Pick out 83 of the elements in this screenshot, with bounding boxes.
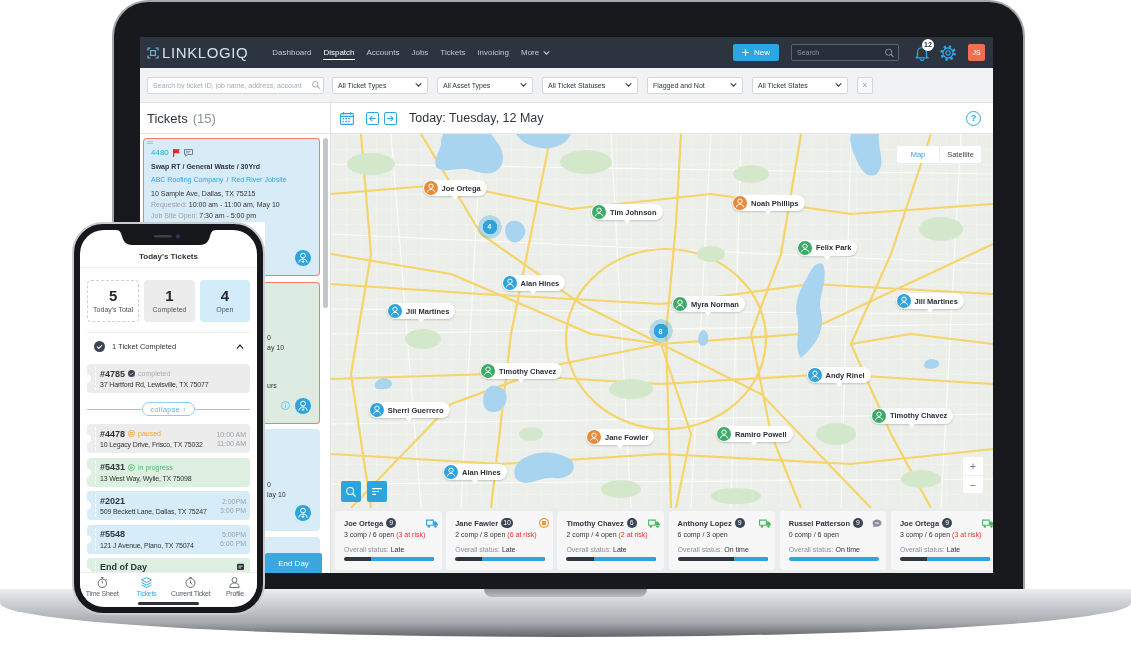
calendar-icon xyxy=(237,563,244,570)
lake xyxy=(698,330,709,346)
lake xyxy=(374,378,393,390)
person-icon xyxy=(229,577,241,588)
stat-value: 1 xyxy=(165,288,174,303)
search-icon xyxy=(346,486,356,497)
plus-icon xyxy=(742,49,749,56)
add-person-icon[interactable] xyxy=(295,250,311,266)
ticket-number: #5548 xyxy=(100,529,126,539)
lake xyxy=(435,134,504,174)
park xyxy=(405,329,441,349)
lake xyxy=(514,452,574,483)
zoom-in-button[interactable]: + xyxy=(963,457,983,475)
nav-link[interactable]: Invoicing xyxy=(477,45,509,60)
timer-icon xyxy=(185,577,197,588)
previous-day-button[interactable] xyxy=(366,111,379,125)
search-icon xyxy=(312,81,320,89)
lake xyxy=(483,385,507,413)
ticket-title: End of Day xyxy=(100,561,147,572)
caret-icon xyxy=(520,83,527,87)
chevron-up-icon[interactable] xyxy=(236,343,244,349)
ticket-count: (15) xyxy=(192,110,216,126)
schedule-date: Today: Tuesday, 12 May xyxy=(409,111,544,125)
app-logo: LINKLOGIQ xyxy=(162,44,249,61)
nav-link[interactable]: Jobs xyxy=(411,45,429,60)
park xyxy=(609,379,653,399)
check-circle-icon xyxy=(128,370,136,377)
park xyxy=(697,246,725,262)
panel-title: Tickets xyxy=(147,110,188,126)
stat-value: 5 xyxy=(109,288,118,303)
park xyxy=(733,165,769,183)
nav-link[interactable]: Accounts xyxy=(366,45,400,60)
scrollbar-thumb[interactable] xyxy=(323,138,328,308)
filter-icon xyxy=(372,488,382,495)
ticket-card[interactable] xyxy=(265,222,320,276)
park xyxy=(601,480,641,498)
play-icon xyxy=(128,463,136,471)
caret-icon xyxy=(415,83,422,87)
zoom-out-button[interactable]: − xyxy=(963,475,983,493)
park xyxy=(519,427,543,441)
ticket-number: #2021 xyxy=(100,495,126,506)
add-person-icon[interactable] xyxy=(295,397,311,414)
add-person-icon[interactable] xyxy=(295,505,311,521)
ticket-card[interactable]: End of Day xyxy=(87,558,250,572)
lake xyxy=(923,359,940,369)
stop-icon xyxy=(128,430,136,437)
layers-icon xyxy=(140,577,152,588)
settings-icon[interactable] xyxy=(940,44,956,61)
stopwatch-icon xyxy=(96,577,108,588)
caret-icon xyxy=(543,50,551,55)
lake xyxy=(505,220,526,243)
nav-link[interactable]: Tickets xyxy=(440,45,466,60)
logo-icon xyxy=(147,46,159,59)
ticket-number: #5431 xyxy=(100,462,126,472)
park xyxy=(816,423,856,445)
map-search-button[interactable] xyxy=(341,481,361,502)
search-icon xyxy=(885,48,894,57)
nav-link[interactable]: More xyxy=(520,45,551,60)
park xyxy=(347,153,395,175)
arrow-right-icon xyxy=(387,114,394,122)
ticket-number: #4785 xyxy=(100,368,126,379)
next-day-button[interactable] xyxy=(384,111,397,125)
home-indicator xyxy=(138,602,199,605)
park xyxy=(901,470,941,488)
caret-icon xyxy=(835,83,842,87)
stat-value: 4 xyxy=(220,288,229,303)
lake xyxy=(516,134,571,149)
park xyxy=(711,488,761,504)
nav-link[interactable]: Dispatch xyxy=(323,45,355,60)
drag-handle-icon xyxy=(147,141,153,144)
screen-title: Today's Tickets xyxy=(139,252,198,262)
nav-link[interactable]: Dashboard xyxy=(272,45,312,60)
check-circle-icon xyxy=(94,340,105,352)
caret-icon xyxy=(625,83,632,87)
ticket-number: #4478 xyxy=(100,428,126,439)
park xyxy=(560,150,612,174)
map-filter-button[interactable] xyxy=(367,481,387,502)
lake xyxy=(850,134,882,176)
park xyxy=(919,217,963,241)
calendar-icon[interactable] xyxy=(340,111,354,125)
arrow-left-icon xyxy=(369,114,376,122)
bell-icon[interactable] xyxy=(914,44,930,61)
caret-icon xyxy=(730,83,737,87)
